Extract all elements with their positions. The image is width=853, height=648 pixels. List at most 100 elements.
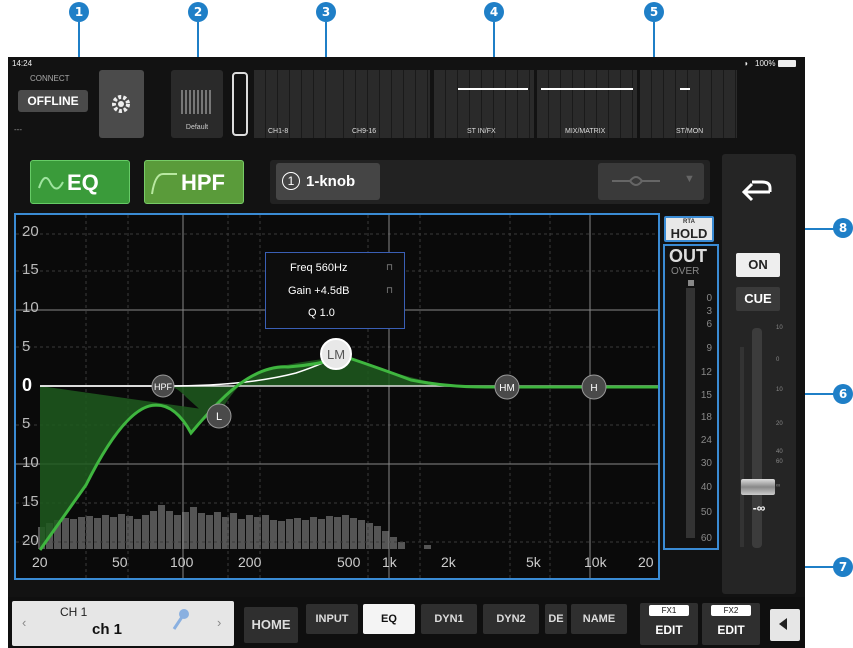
on-button[interactable]: ON (736, 253, 780, 277)
channel-selector[interactable]: ‹ CH 1 ch 1 › (12, 601, 234, 646)
chevron-down-icon: ▼ (684, 173, 695, 185)
fader-scale: 10 0 10 20 40 60 ∞ (776, 325, 796, 489)
eq-button[interactable]: EQ (30, 160, 130, 204)
scene-button[interactable]: Default (171, 70, 223, 138)
fx2-edit-button[interactable]: EDIT (702, 623, 760, 637)
node-h-label: H (590, 383, 597, 394)
y-tick-10-bottom: 10 (22, 454, 39, 471)
y-tick-5-bottom: 5 (22, 415, 31, 432)
hpf-button-label: HPF (181, 170, 225, 195)
node-hm-label: HM (499, 383, 515, 394)
callout-8: 8 (833, 218, 853, 238)
cue-button[interactable]: CUE (736, 287, 780, 311)
status-time: 14:24 (12, 59, 33, 68)
fader-knob[interactable] (741, 479, 775, 495)
meter-scale-24: 24 (700, 435, 712, 446)
return-icon (741, 180, 772, 202)
y-tick-20-top: 20 (22, 223, 39, 240)
meter-scale-0: 0 (706, 293, 712, 304)
tab-dyn1[interactable]: DYN1 (421, 604, 477, 634)
fader-track[interactable] (752, 328, 762, 548)
callout-1: 1 (69, 2, 89, 22)
y-tick-10-top: 10 (22, 299, 39, 316)
gear-icon (112, 95, 130, 113)
overview-stin-line (458, 88, 528, 90)
eq-mode-label: 1-knob (306, 173, 356, 190)
tab-eq[interactable]: EQ (363, 604, 415, 634)
tab-home[interactable]: HOME (244, 607, 298, 643)
return-button[interactable] (722, 154, 796, 214)
node-hpf[interactable]: HPF (151, 374, 175, 398)
chevron-right-icon[interactable]: › (217, 615, 221, 630)
overview-stin-fx[interactable]: ST IN/FX (434, 70, 534, 138)
out-meter-over: OVER (671, 266, 700, 277)
overview-mix-matrix[interactable]: MIX/MATRIX (537, 70, 637, 138)
rta-label: RTA (683, 219, 695, 225)
y-tick-0: 0 (22, 375, 33, 395)
eq-mode-button[interactable]: 1 1-knob (276, 163, 380, 200)
fader-meter (740, 347, 744, 547)
settings-button[interactable] (99, 70, 144, 138)
node-hm[interactable]: HM (494, 374, 520, 400)
tab-dyn2[interactable]: DYN2 (483, 604, 539, 634)
triangle-left-icon (779, 618, 787, 630)
overview-selector[interactable] (232, 72, 248, 136)
chevron-left-icon[interactable]: ‹ (22, 615, 26, 630)
meter-scale-50: 50 (700, 507, 712, 518)
hpf-curve-icon (151, 173, 177, 195)
out-meter-title: OUT (669, 246, 707, 266)
eq-type-dropdown[interactable]: ▼ (598, 163, 704, 200)
fader-scale-4: 40 (776, 449, 783, 455)
channel-number: CH 1 (60, 605, 88, 619)
fx2-label: FX2 (711, 605, 751, 616)
param-q: Q 1.0 (308, 307, 335, 319)
overview-label-st: ST/MON (676, 128, 704, 135)
x-tick-200: 200 (238, 554, 262, 570)
fader-scale-1: 0 (776, 357, 780, 363)
overview-ch9-16[interactable]: CH9-16 (332, 70, 430, 138)
tab-de[interactable]: DE (545, 604, 567, 634)
fx1-edit-button[interactable]: EDIT (640, 623, 698, 637)
rta-hold-button[interactable]: RTA HOLD (664, 216, 714, 242)
callout-2: 2 (188, 2, 208, 22)
expand-button[interactable] (770, 609, 800, 641)
fx1-slot[interactable]: FX1 EDIT (640, 603, 698, 645)
overview-mix-line (541, 88, 633, 90)
out-meter-peak (688, 280, 694, 286)
callout-3: 3 (316, 2, 336, 22)
connect-sub: --- (14, 125, 22, 134)
lock-icon: ⊓ (386, 262, 394, 272)
channel-name: ch 1 (92, 621, 123, 638)
fader-scale-6: ∞ (776, 483, 781, 489)
node-h[interactable]: H (581, 374, 607, 400)
tab-input[interactable]: INPUT (306, 604, 358, 634)
meter-scale-18: 18 (700, 412, 712, 423)
fader-value: -∞ (752, 501, 766, 515)
overview-bar[interactable]: CH1-8 CH9-16 ST IN/FX MIX/MATRIX ST/MON (232, 70, 737, 142)
node-l[interactable]: L (206, 403, 232, 429)
eq-graph-frame[interactable]: HPF L LM HM H 20 15 10 5 0 5 10 15 20 20… (14, 213, 660, 580)
node-lm[interactable]: LM (320, 338, 352, 370)
x-tick-1k: 1k (382, 554, 397, 570)
hold-label: HOLD (670, 226, 708, 241)
x-tick-50: 50 (112, 554, 128, 570)
overview-label-mix: MIX/MATRIX (565, 128, 606, 135)
overview-st-mon[interactable]: ST/MON (640, 70, 737, 138)
node-lm-label: LM (327, 347, 345, 362)
x-tick-20-end: 20 (638, 554, 654, 570)
status-battery: 100% (755, 59, 776, 68)
fader-scale-2: 10 (776, 387, 783, 393)
meter-scale-40: 40 (700, 482, 712, 493)
hpf-button[interactable]: HPF (144, 160, 244, 204)
y-tick-20-bottom: 20 (22, 532, 39, 549)
meter-scale-6: 6 (706, 319, 712, 330)
x-tick-10k: 10k (584, 554, 607, 570)
offline-button[interactable]: OFFLINE (18, 90, 88, 112)
meter-scale-60: 60 (700, 533, 712, 544)
meter-scale-15: 15 (700, 390, 712, 401)
eq-button-label: EQ (67, 170, 99, 195)
scene-meter-icon (181, 90, 211, 114)
fader-scale-0: 10 (776, 325, 783, 331)
fx2-slot[interactable]: FX2 EDIT (702, 603, 760, 645)
tab-name[interactable]: NAME (571, 604, 627, 634)
